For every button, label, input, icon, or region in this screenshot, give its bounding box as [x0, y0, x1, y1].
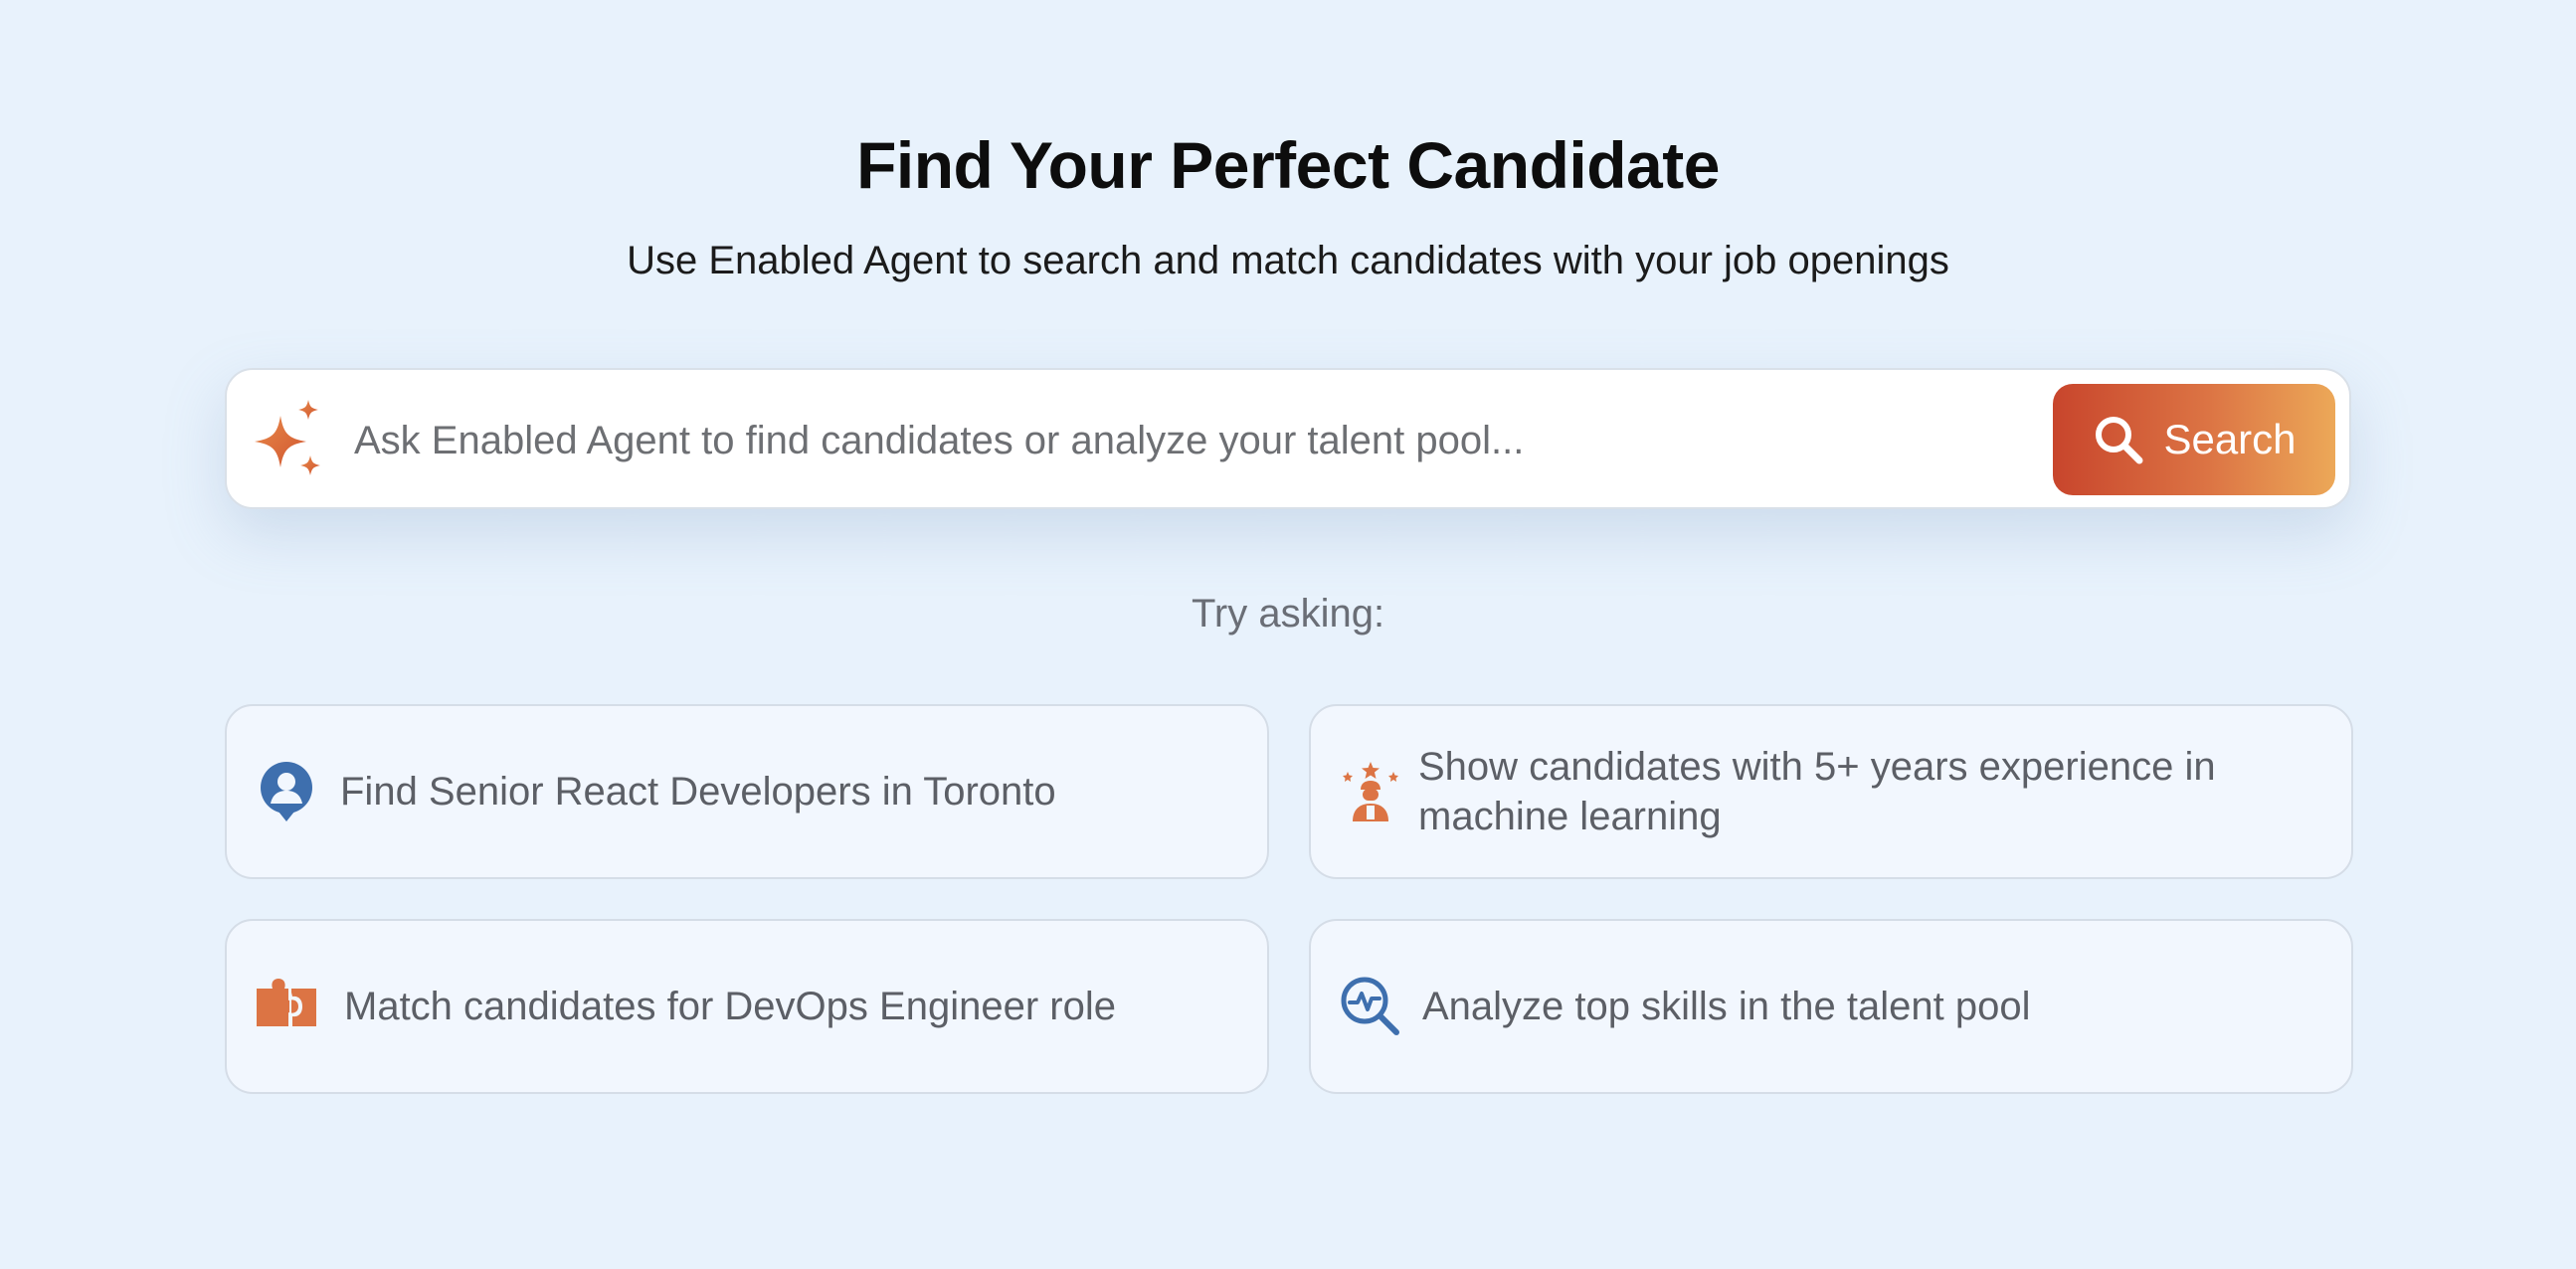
user-location-icon: [255, 760, 318, 823]
search-icon: [2092, 413, 2145, 466]
page-title: Find Your Perfect Candidate: [856, 128, 1720, 202]
suggestion-text: Analyze top skills in the talent pool: [1422, 985, 2031, 1028]
suggestion-card[interactable]: Show candidates with 5+ years experience…: [1309, 704, 2353, 879]
search-button[interactable]: Search: [2053, 384, 2335, 495]
suggestion-text: Show candidates with 5+ years experience…: [1418, 745, 2216, 838]
try-asking-label: Try asking:: [1191, 592, 1385, 635]
suggestion-card[interactable]: Find Senior React Developers in Toronto: [225, 704, 1269, 879]
suggestion-text: Find Senior React Developers in Toronto: [340, 770, 1056, 814]
suggestion-card[interactable]: Match candidates for DevOps Engineer rol…: [225, 919, 1269, 1094]
analytics-search-icon: [1339, 975, 1402, 1038]
suggestion-card[interactable]: Analyze top skills in the talent pool: [1309, 919, 2353, 1094]
puzzle-icon: [255, 975, 318, 1038]
page-subtitle: Use Enabled Agent to search and match ca…: [627, 239, 1949, 282]
search-input[interactable]: [354, 396, 2244, 485]
search-bar: Search: [225, 368, 2351, 509]
suggestion-text: Match candidates for DevOps Engineer rol…: [344, 985, 1116, 1028]
search-button-label: Search: [2163, 416, 2297, 462]
star-expert-icon: [1339, 760, 1402, 823]
sparkle-icon: [253, 398, 324, 483]
